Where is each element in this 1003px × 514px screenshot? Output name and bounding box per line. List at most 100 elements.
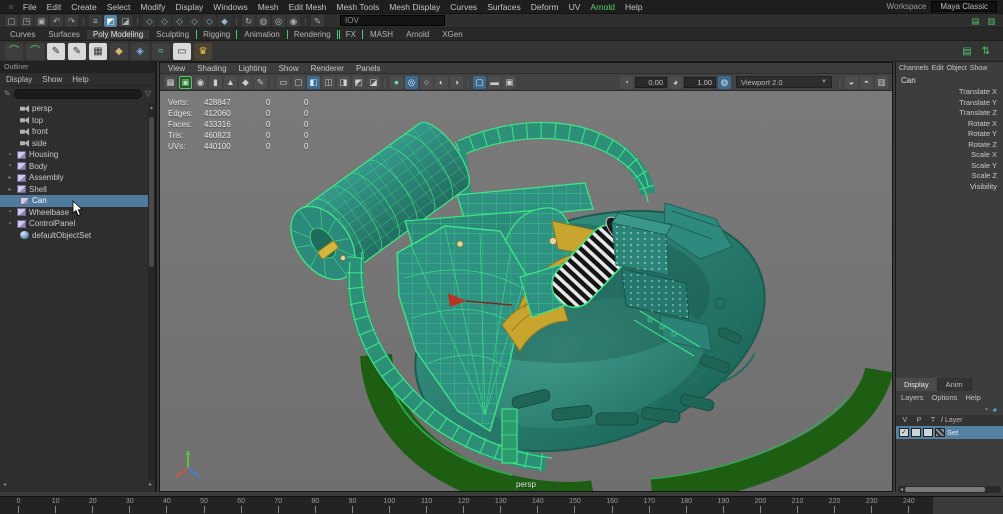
timeline-tick[interactable]: 200 — [742, 497, 779, 514]
outliner-item[interactable]: persp — [0, 103, 148, 115]
scroll-left-icon[interactable]: ◂ — [898, 486, 905, 493]
timeline-tick[interactable]: 230 — [853, 497, 890, 514]
timeline-tick[interactable]: 190 — [705, 497, 742, 514]
channel-attribute[interactable]: Rotate X — [896, 119, 1003, 130]
pen-curve-icon[interactable]: ✎ — [68, 43, 86, 60]
timeline-tick[interactable]: 150 — [556, 497, 593, 514]
outliner-scrollbar[interactable]: ▲ — [148, 103, 155, 480]
new-layer-icon[interactable]: ◔ — [983, 405, 988, 414]
menu-item[interactable]: UV — [564, 2, 586, 12]
menu-item[interactable]: File — [18, 2, 42, 12]
xray-icon[interactable]: ◐ — [435, 76, 448, 89]
timeline-tick[interactable]: 90 — [334, 497, 371, 514]
quad-draw-icon[interactable]: ▦ — [89, 43, 107, 60]
channel-box-menu-item[interactable]: Channels — [899, 65, 929, 72]
Set[interactable]: ✓ Set — [896, 426, 1003, 439]
channel-box-menu-item[interactable]: Object — [947, 65, 967, 72]
outliner-item[interactable]: ▸ Shell — [0, 184, 148, 196]
layer-color-swatch[interactable] — [935, 428, 945, 437]
timeline-tick[interactable]: 70 — [260, 497, 297, 514]
layer-visibility-toggle[interactable]: ✓ — [899, 428, 909, 437]
timeline-tick[interactable]: 60 — [223, 497, 260, 514]
separator[interactable]: | — [80, 15, 87, 27]
separator[interactable]: | — [465, 76, 471, 89]
menu-item[interactable]: Surfaces — [482, 2, 526, 12]
menu-item[interactable]: Select — [102, 2, 136, 12]
ep-curve-icon[interactable]: ⌒ — [5, 43, 23, 60]
shelf-editor-icon[interactable]: ⇅ — [982, 46, 990, 57]
shelf-tab[interactable]: XGen — [436, 30, 468, 39]
menu-item[interactable]: Mesh — [253, 2, 284, 12]
outliner-item[interactable]: side — [0, 138, 148, 150]
menu-item[interactable]: Edit — [42, 2, 67, 12]
motion-blur-icon[interactable]: ◪ — [367, 76, 380, 89]
shelf-overflow-icon[interactable]: ▤ — [962, 46, 971, 57]
channel-attribute[interactable]: Translate X — [896, 87, 1003, 98]
channel-attribute[interactable]: Scale Z — [896, 171, 1003, 182]
outliner-menu-item[interactable]: Help — [72, 75, 88, 84]
joints-xray-icon[interactable]: ◑ — [450, 76, 463, 89]
snap-to-point-icon[interactable]: ◇ — [173, 15, 186, 27]
timeline-tick[interactable]: 120 — [445, 497, 482, 514]
timeline-tick[interactable]: 130 — [482, 497, 519, 514]
channel-attribute[interactable]: Rotate Z — [896, 140, 1003, 151]
timeline-tick[interactable]: 220 — [816, 497, 853, 514]
timeline-tick[interactable]: 50 — [185, 497, 222, 514]
separator[interactable]: | — [269, 76, 275, 89]
scroll-right-icon[interactable]: ▸ — [149, 481, 152, 491]
timeline-tick[interactable]: 110 — [408, 497, 445, 514]
open-scene-icon[interactable]: ◳ — [20, 15, 33, 27]
snap-to-projected-center-icon[interactable]: ◇ — [188, 15, 201, 27]
shelf-tab[interactable]: Poly Modeling — [87, 30, 149, 39]
viewport-renderer-icon[interactable]: ◍ — [718, 76, 731, 89]
timeline-tick[interactable]: 240 — [890, 497, 927, 514]
filter-icon[interactable]: ▽ — [145, 89, 151, 98]
resolution-gate-icon[interactable]: ▢ — [473, 76, 486, 89]
new-scene-icon[interactable]: ▢ — [5, 15, 18, 27]
shelf-tab[interactable]: Rigging — [196, 30, 237, 39]
layer-display-type-toggle[interactable] — [923, 428, 933, 437]
separator[interactable]: | — [382, 76, 388, 89]
viewport-3d-model[interactable] — [160, 91, 894, 491]
layer-editor-tab[interactable]: Display — [896, 378, 938, 391]
channel-box-menu-item[interactable]: Show — [970, 65, 988, 72]
menu-item[interactable]: Windows — [208, 2, 252, 12]
outliner-item[interactable]: ▪ ControlPanel — [0, 218, 148, 230]
shelf-tab[interactable]: Rendering — [287, 30, 338, 39]
field-chart-icon[interactable]: ▣ — [503, 76, 516, 89]
crown-icon[interactable]: ♛ — [194, 43, 212, 60]
depth-of-field-icon[interactable]: ◎ — [405, 76, 418, 89]
outliner-menu-item[interactable]: Display — [6, 75, 32, 84]
image-plane-icon[interactable]: ▲ — [224, 76, 237, 89]
menu-item[interactable]: Edit Mesh — [284, 2, 332, 12]
bookmarks-icon[interactable]: ▮ — [209, 76, 222, 89]
quick-select-field[interactable]: IOV — [340, 15, 445, 26]
outliner-toggle-icon[interactable]: ▥ — [875, 76, 888, 89]
layer-editor-tab[interactable]: Anim — [938, 378, 972, 391]
render-settings-icon[interactable]: ◉ — [287, 15, 300, 27]
light-editor-icon[interactable]: ◓ — [860, 76, 873, 89]
gamma-field[interactable]: 1.00 — [684, 77, 716, 88]
shelf-tab[interactable]: FX — [339, 30, 363, 39]
viewport-menu-item[interactable]: View — [168, 64, 185, 73]
scroll-up-icon[interactable]: ▲ — [148, 105, 155, 111]
timeline-tick[interactable]: 40 — [148, 497, 185, 514]
viewport-menu-item[interactable]: Lighting — [239, 64, 267, 73]
separator[interactable]: | — [837, 76, 843, 89]
scroll-left-icon[interactable]: ◂ — [3, 481, 6, 491]
timeline-tick[interactable]: 100 — [371, 497, 408, 514]
overscan-icon[interactable]: ✎ — [254, 76, 267, 89]
viewport-menu-item[interactable]: Shading — [197, 64, 226, 73]
camera-attributes-icon[interactable]: ◉ — [194, 76, 207, 89]
paint-effects-icon[interactable]: ✎ — [311, 15, 324, 27]
pencil-curve-icon[interactable]: ✎ — [47, 43, 65, 60]
new-layer-selected-icon[interactable]: ◕ — [992, 405, 997, 414]
time-slider[interactable]: 0 10 20 30 40 50 60 70 80 90 100 110 120… — [0, 496, 1003, 514]
renderer-dropdown[interactable]: Viewport 2.0 ▼ — [736, 76, 832, 88]
shelf-tab[interactable]: Sculpting — [150, 30, 195, 39]
shadows-icon[interactable]: ◨ — [337, 76, 350, 89]
cv-curve-icon[interactable]: ⌒ — [26, 43, 44, 60]
viewport-menu-item[interactable]: Panels — [356, 64, 380, 73]
ipr-render-icon[interactable]: ◎ — [272, 15, 285, 27]
make-live-icon[interactable]: ◆ — [218, 15, 231, 27]
